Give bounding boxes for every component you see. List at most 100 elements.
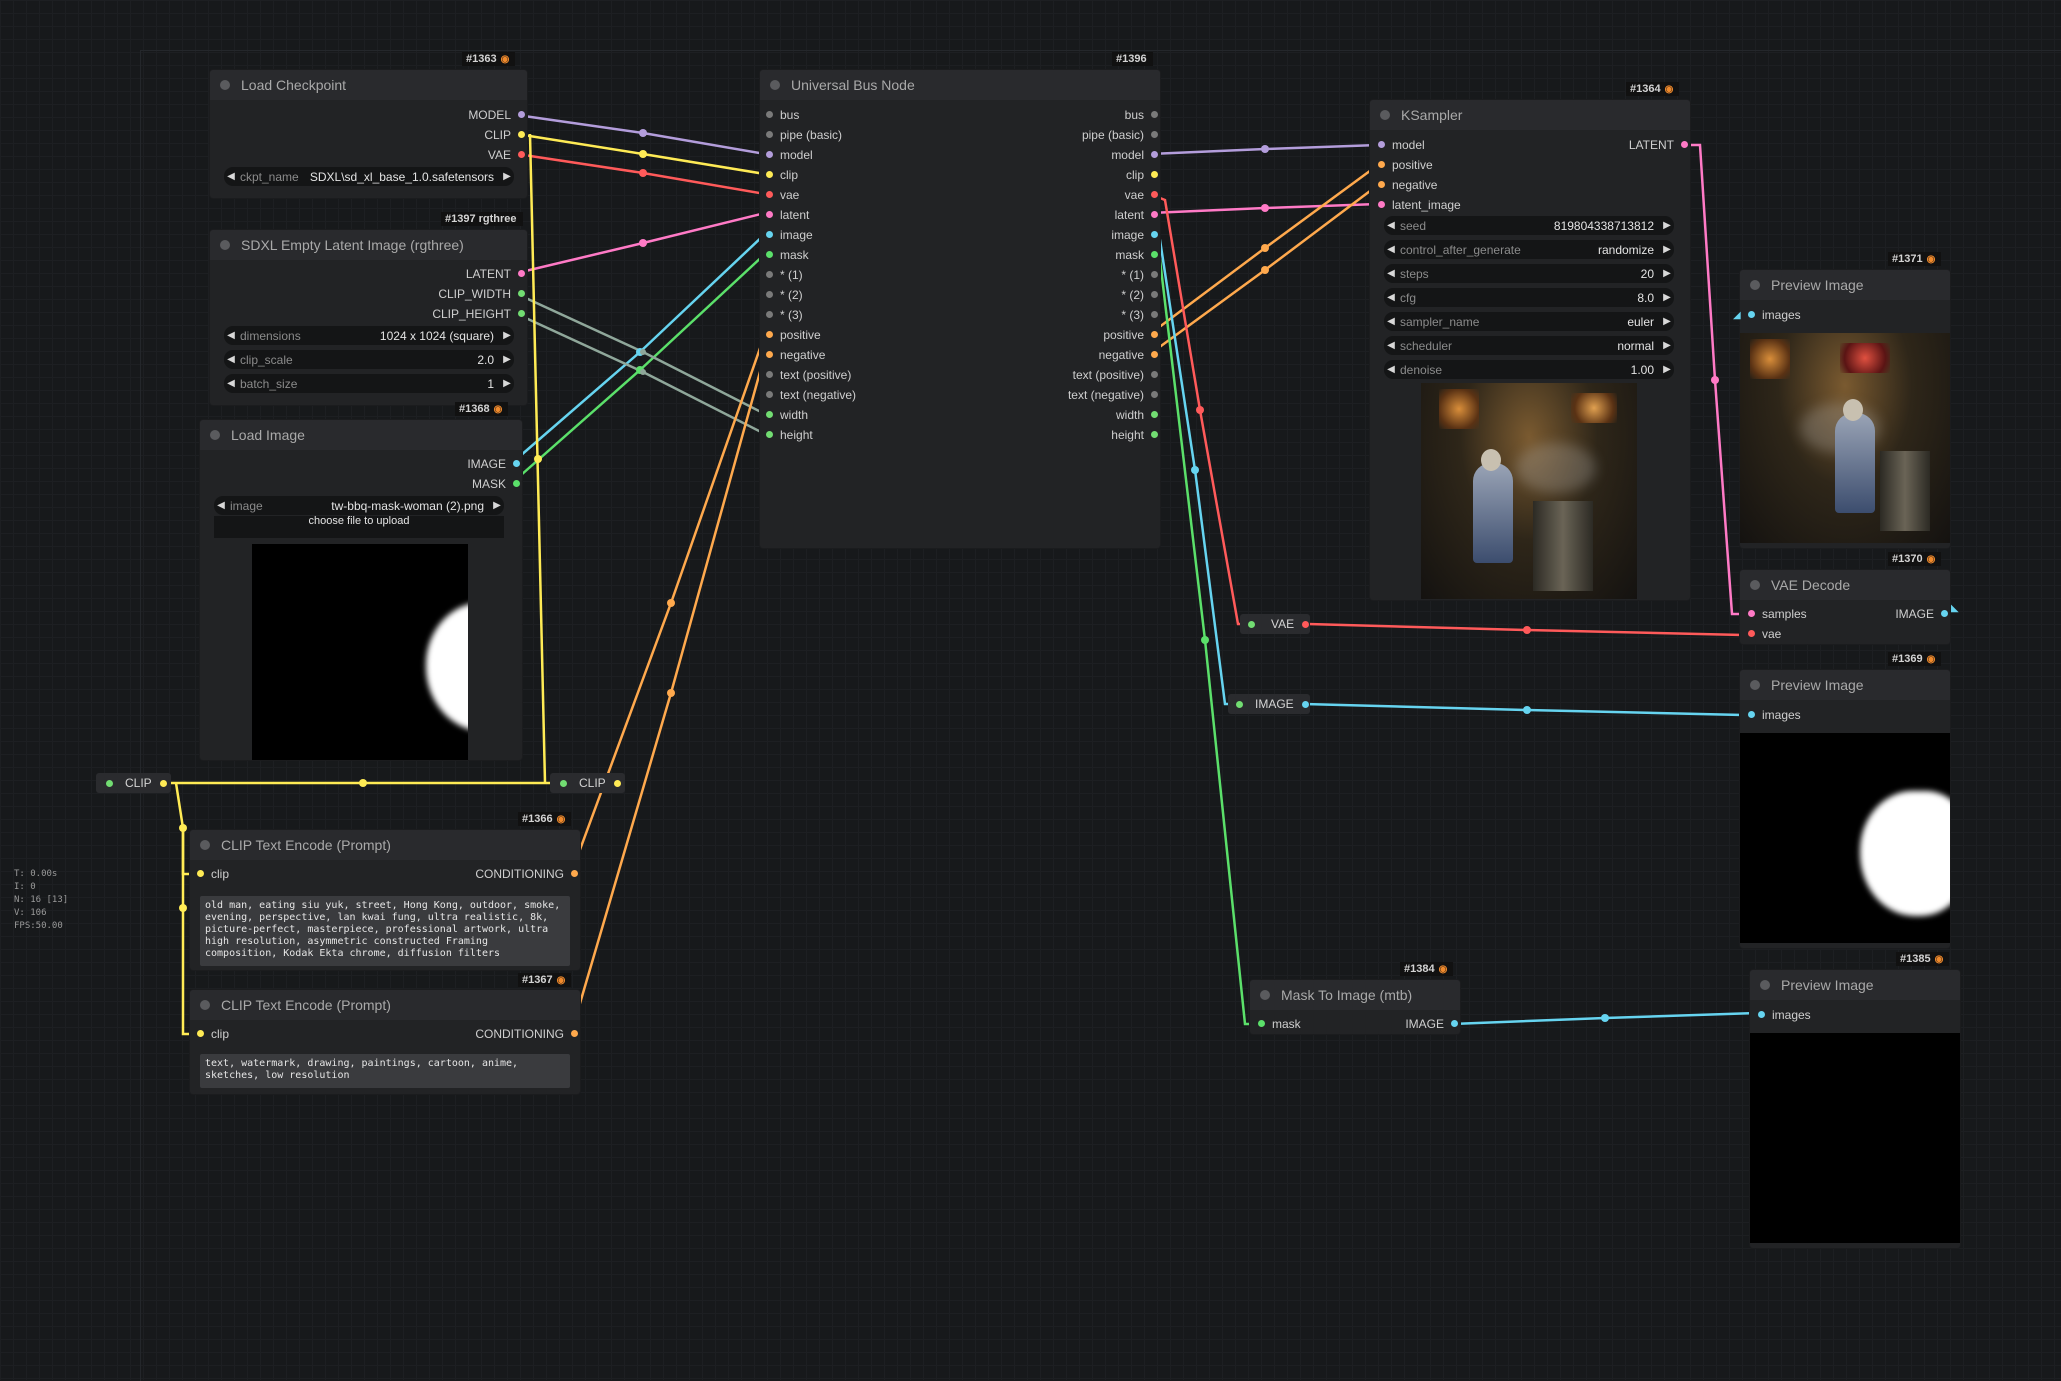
collapse-dot-icon[interactable] [210, 430, 220, 440]
input-pin-icon[interactable] [1258, 1020, 1265, 1027]
bus-output-slot[interactable]: latent [1115, 208, 1158, 222]
denoise-number[interactable]: ◀ denoise 1.00 ▶ [1384, 360, 1674, 379]
bus-output-slot[interactable]: pipe (basic) [1082, 128, 1158, 142]
input-negative[interactable]: negative [1378, 178, 1437, 192]
bus-input-slot[interactable]: model [766, 148, 813, 162]
collapse-dot-icon[interactable] [200, 840, 210, 850]
bus-output-slot[interactable]: image [1111, 228, 1158, 242]
output-pin-icon[interactable] [1151, 431, 1158, 438]
input-pin-icon[interactable] [766, 271, 773, 278]
bus-input-slot[interactable]: vae [766, 188, 799, 202]
output-image[interactable]: IMAGE [1895, 607, 1948, 621]
input-pin-icon[interactable] [766, 331, 773, 338]
input-pin-icon[interactable] [766, 251, 773, 258]
input-pin-icon[interactable] [1378, 181, 1385, 188]
node-universal-bus[interactable]: Universal Bus Node bus pipe (basic) model c… [760, 70, 1160, 548]
input-pin-icon[interactable] [766, 431, 773, 438]
bus-output-slot[interactable]: * (2) [1121, 288, 1158, 302]
output-vae[interactable]: VAE [488, 148, 525, 162]
collapse-dot-icon[interactable] [220, 80, 230, 90]
bus-input-slot[interactable]: width [766, 408, 808, 422]
input-pin-icon[interactable] [766, 391, 773, 398]
output-pin-icon[interactable] [1151, 231, 1158, 238]
bus-input-slot[interactable]: text (positive) [766, 368, 851, 382]
arrow-left-icon[interactable]: ◀ [224, 330, 238, 341]
output-pin-icon[interactable] [571, 870, 578, 877]
image-combo[interactable]: ◀ image tw-bbq-mask-woman (2).png ▶ [214, 496, 504, 515]
bus-input-slot[interactable]: negative [766, 348, 825, 362]
input-pin-icon[interactable] [766, 111, 773, 118]
output-image[interactable]: IMAGE [467, 457, 520, 471]
bus-output-slot[interactable]: height [1111, 428, 1158, 442]
seed-number[interactable]: ◀ seed 819804338713812 ▶ [1384, 216, 1674, 235]
output-pin-icon[interactable] [518, 270, 525, 277]
arrow-right-icon[interactable]: ▶ [1660, 292, 1674, 303]
batch-size-number[interactable]: ◀ batch_size 1 ▶ [224, 374, 514, 393]
bus-output-slot[interactable]: text (positive) [1073, 368, 1158, 382]
bus-input-slot[interactable]: clip [766, 168, 798, 182]
bus-output-slot[interactable]: clip [1126, 168, 1158, 182]
node-title-bar[interactable]: Universal Bus Node [760, 70, 1160, 100]
input-pin-icon[interactable] [1748, 630, 1755, 637]
output-pin-icon[interactable] [1681, 141, 1688, 148]
bus-input-slot[interactable]: latent [766, 208, 809, 222]
arrow-left-icon[interactable]: ◀ [1384, 244, 1398, 255]
collapse-dot-icon[interactable] [1760, 980, 1770, 990]
output-pin-icon[interactable] [1151, 291, 1158, 298]
bus-input-slot[interactable]: * (1) [766, 268, 803, 282]
input-images[interactable]: images [1748, 708, 1801, 722]
output-pin-icon[interactable] [1151, 151, 1158, 158]
output-pin-icon[interactable] [518, 151, 525, 158]
output-pin-icon[interactable] [1151, 251, 1158, 258]
output-pin-icon[interactable] [1941, 610, 1948, 617]
output-pin-icon[interactable] [1151, 111, 1158, 118]
input-latent-image[interactable]: latent_image [1378, 198, 1461, 212]
node-clip-text-positive[interactable]: CLIP Text Encode (Prompt) clip CONDITION… [190, 830, 580, 970]
node-ksampler[interactable]: KSampler model positive negative latent_… [1370, 100, 1690, 600]
arrow-left-icon[interactable]: ◀ [1384, 364, 1398, 375]
node-title-bar[interactable]: Load Checkpoint [210, 70, 527, 100]
output-pin-icon[interactable] [1451, 1020, 1458, 1027]
bus-input-slot[interactable]: positive [766, 328, 821, 342]
collapse-dot-icon[interactable] [1750, 680, 1760, 690]
output-pin-icon[interactable] [513, 480, 520, 487]
arrow-left-icon[interactable]: ◀ [1384, 220, 1398, 231]
node-title-bar[interactable]: Preview Image [1740, 270, 1950, 300]
input-pin-icon[interactable] [766, 191, 773, 198]
bus-output-slot[interactable]: negative [1099, 348, 1158, 362]
node-vae-decode[interactable]: VAE Decode samples vae IMAGE [1740, 570, 1950, 644]
output-pin-icon[interactable] [1301, 700, 1309, 708]
bus-input-slot[interactable]: mask [766, 248, 809, 262]
output-pin-icon[interactable] [1151, 411, 1158, 418]
ckpt-name-combo[interactable]: ◀ ckpt_name SDXL\sd_xl_base_1.0.safetensor… [224, 167, 514, 186]
output-pin-icon[interactable] [1151, 131, 1158, 138]
arrow-right-icon[interactable]: ▶ [1660, 220, 1674, 231]
arrow-left-icon[interactable]: ◀ [224, 354, 238, 365]
output-pin-icon[interactable] [1151, 191, 1158, 198]
node-title-bar[interactable]: VAE Decode [1740, 570, 1950, 600]
input-pin-icon[interactable] [1758, 1011, 1765, 1018]
node-mask-to-image[interactable]: Mask To Image (mtb) mask IMAGE [1250, 980, 1460, 1034]
input-vae[interactable]: vae [1748, 627, 1781, 641]
bus-output-slot[interactable]: width [1116, 408, 1158, 422]
output-pin-icon[interactable] [1151, 271, 1158, 278]
node-title-bar[interactable]: Mask To Image (mtb) [1250, 980, 1460, 1010]
arrow-right-icon[interactable]: ▶ [1660, 340, 1674, 351]
scheduler-combo[interactable]: ◀ scheduler normal ▶ [1384, 336, 1674, 355]
collapse-dot-icon[interactable] [1260, 990, 1270, 1000]
bus-input-slot[interactable]: image [766, 228, 813, 242]
node-title-bar[interactable]: Preview Image [1740, 670, 1950, 700]
reroute-clip-right[interactable]: CLIP [550, 773, 625, 793]
input-pin-icon[interactable] [766, 231, 773, 238]
input-clip[interactable]: clip [197, 867, 229, 881]
clip-scale-number[interactable]: ◀ clip_scale 2.0 ▶ [224, 350, 514, 369]
bus-input-slot[interactable]: text (negative) [766, 388, 856, 402]
node-load-image[interactable]: Load Image IMAGE MASK ◀ image tw-bbq-mask-… [200, 420, 522, 760]
node-title-bar[interactable]: CLIP Text Encode (Prompt) [190, 990, 580, 1020]
input-pin-icon[interactable] [1378, 161, 1385, 168]
output-pin-icon[interactable] [159, 779, 167, 787]
arrow-left-icon[interactable]: ◀ [224, 378, 238, 389]
bus-input-slot[interactable]: * (2) [766, 288, 803, 302]
input-pin-icon[interactable] [766, 311, 773, 318]
output-pin-icon[interactable] [518, 310, 525, 317]
